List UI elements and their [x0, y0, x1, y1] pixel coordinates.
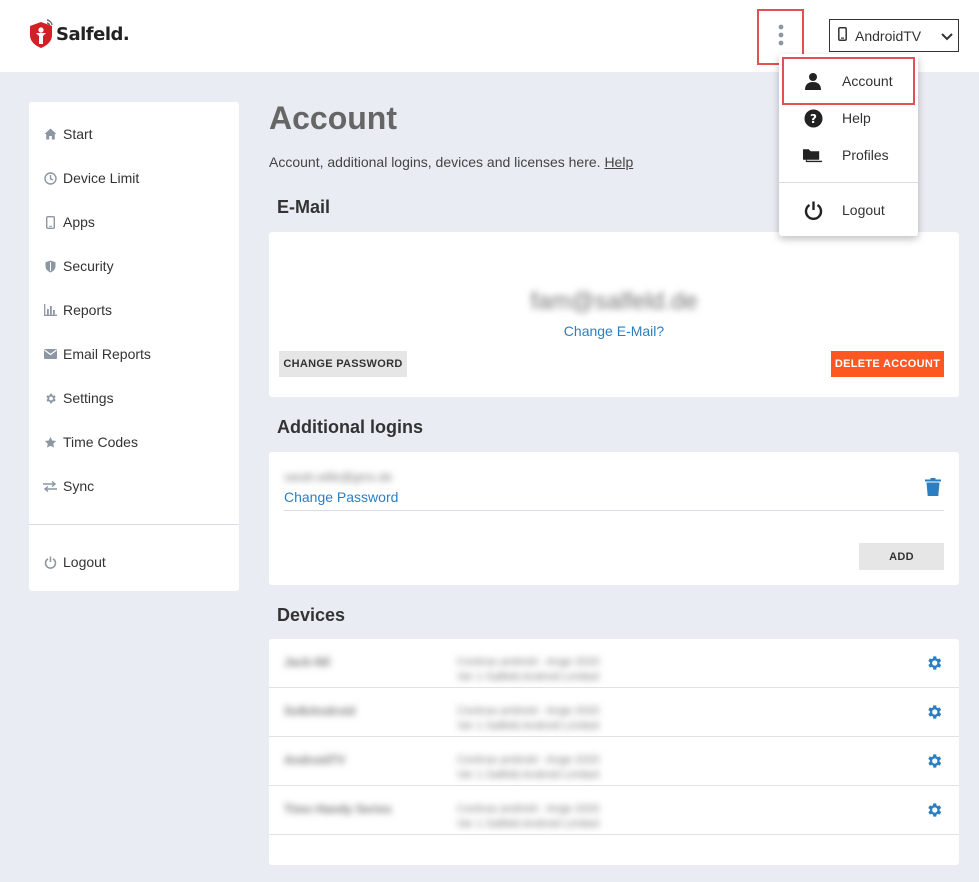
table-row: AndroidTV Cockrax.android - Ange 2020 Ve…	[269, 737, 959, 786]
account-email: fam@salfeld.de	[530, 288, 698, 315]
sidebar-item-label: Device Limit	[63, 170, 140, 186]
salfeld-logo[interactable]: Salfeld.	[28, 18, 130, 50]
sidebar-item-device-limit[interactable]: Device Limit	[43, 166, 139, 190]
menu-divider	[779, 182, 918, 183]
account-highlight-box	[782, 57, 915, 105]
device-name: SolkAndroid	[284, 704, 356, 718]
devices-section-heading: Devices	[277, 605, 346, 625]
sidebar: Start Device Limit Apps Security Reports…	[29, 102, 239, 591]
phone-icon	[838, 27, 847, 44]
gear-icon	[43, 391, 57, 405]
device-info: Cockrax.android - Ange 2020 Ver 1 Salfel…	[457, 803, 600, 830]
sidebar-item-apps[interactable]: Apps	[43, 210, 95, 234]
star-icon	[43, 435, 57, 449]
page-subtitle: Account, additional logins, devices and …	[269, 154, 633, 170]
device-info: Cockrax.android - Ange 2020 Ver 1 Salfel…	[457, 705, 600, 732]
sidebar-item-sync[interactable]: Sync	[43, 474, 94, 498]
sidebar-item-email-reports[interactable]: Email Reports	[43, 342, 151, 366]
bar-chart-icon	[43, 303, 57, 317]
table-row: Jack-Nil Cockrax.android - Ange 2020 Ver…	[269, 639, 959, 688]
shield-icon	[43, 259, 57, 273]
sidebar-item-label: Sync	[63, 478, 95, 494]
account-dropdown-menu: Account ? Help Profiles Logout	[779, 54, 918, 236]
sidebar-item-settings[interactable]: Settings	[43, 386, 114, 410]
login-divider	[284, 510, 944, 511]
menu-item-label: Help	[842, 110, 871, 126]
sidebar-item-label: Settings	[63, 390, 114, 406]
sidebar-item-time-codes[interactable]: Time Codes	[43, 430, 138, 454]
logins-card: sarah.wille@gmx.de Change Password ADD	[269, 452, 959, 585]
device-settings-gear-icon[interactable]	[925, 752, 943, 770]
sidebar-divider	[29, 524, 239, 525]
device-name: Timo Handy Series	[284, 802, 392, 816]
email-section-heading: E-Mail	[277, 197, 331, 217]
sidebar-item-start[interactable]: Start	[43, 122, 93, 146]
logins-section-heading: Additional logins	[277, 417, 423, 437]
question-circle-icon: ?	[803, 108, 823, 128]
device-settings-gear-icon[interactable]	[925, 703, 943, 721]
table-row: SolkAndroid Cockrax.android - Ange 2020 …	[269, 688, 959, 737]
menu-item-logout[interactable]: Logout	[779, 195, 918, 225]
help-link[interactable]: Help	[604, 154, 633, 170]
device-settings-gear-icon[interactable]	[925, 801, 943, 819]
phone-icon	[43, 215, 57, 229]
delete-account-button[interactable]: DELETE ACCOUNT	[831, 351, 944, 377]
change-email-link[interactable]: Change E-Mail?	[269, 323, 959, 339]
device-select[interactable]: AndroidTV	[829, 19, 959, 52]
sidebar-item-label: Apps	[63, 214, 95, 230]
device-info: Cockrax.android - Ange 2020 Ver 1 Salfel…	[457, 656, 600, 683]
table-row: Timo Handy Series Cockrax.android - Ange…	[269, 786, 959, 835]
folders-icon	[803, 145, 823, 165]
power-icon	[803, 200, 823, 220]
menu-item-help[interactable]: ? Help	[779, 103, 918, 133]
devices-card: Jack-Nil Cockrax.android - Ange 2020 Ver…	[269, 639, 959, 865]
menu-item-label: Logout	[842, 202, 885, 218]
device-settings-gear-icon[interactable]	[925, 654, 943, 672]
add-login-button[interactable]: ADD	[859, 543, 944, 570]
sidebar-item-security[interactable]: Security	[43, 254, 114, 278]
sidebar-item-label: Security	[63, 258, 114, 274]
email-card: fam@salfeld.de Change E-Mail? CHANGE PAS…	[269, 232, 959, 397]
device-name: Jack-Nil	[284, 655, 331, 669]
device-select-label: AndroidTV	[855, 27, 922, 44]
menu-item-label: Profiles	[842, 147, 889, 163]
device-name: AndroidTV	[284, 753, 346, 767]
page-subtitle-text: Account, additional logins, devices and …	[269, 154, 601, 170]
svg-text:?: ?	[810, 112, 817, 126]
menu-item-profiles[interactable]: Profiles	[779, 140, 918, 170]
sidebar-item-label: Reports	[63, 302, 113, 318]
login-email: sarah.wille@gmx.de	[284, 470, 393, 484]
page-title: Account	[269, 100, 397, 136]
chevron-down-icon	[936, 28, 958, 44]
trash-icon[interactable]	[925, 478, 941, 501]
power-icon	[43, 555, 57, 569]
login-change-password-link[interactable]: Change Password	[284, 489, 398, 505]
sidebar-item-logout[interactable]: Logout	[43, 550, 106, 574]
sidebar-item-label: Email Reports	[63, 346, 151, 362]
vertical-dots-icon	[778, 24, 784, 51]
sync-arrows-icon	[43, 479, 57, 493]
sidebar-item-label: Time Codes	[63, 434, 138, 450]
home-icon	[43, 127, 57, 141]
envelope-icon	[43, 347, 57, 361]
sidebar-item-label: Logout	[63, 554, 106, 570]
logo-text: Salfeld.	[56, 23, 130, 45]
device-info: Cockrax.android - Ange 2020 Ver 1 Salfel…	[457, 754, 600, 781]
sidebar-item-label: Start	[63, 126, 93, 142]
clock-icon	[43, 171, 57, 185]
change-password-button[interactable]: CHANGE PASSWORD	[279, 351, 407, 377]
sidebar-item-reports[interactable]: Reports	[43, 298, 112, 322]
shield-logo-icon	[28, 18, 54, 50]
